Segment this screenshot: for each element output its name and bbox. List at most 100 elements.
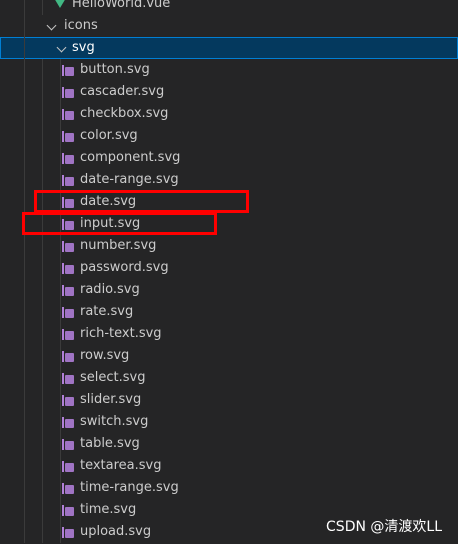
tree-item-svg-file[interactable]: table.svg xyxy=(0,433,458,455)
indent-guide xyxy=(24,147,25,169)
tree-item-svg-file[interactable]: switch.svg xyxy=(0,411,458,433)
tree-item-svg-file[interactable]: date-range.svg xyxy=(0,169,458,191)
tree-item-label: select.svg xyxy=(80,370,146,385)
svg-file-icon xyxy=(62,263,74,274)
indent-guide xyxy=(60,125,61,147)
indent-guide xyxy=(60,301,61,323)
svg-file-icon xyxy=(62,109,74,120)
indent-guide xyxy=(24,235,25,257)
indent-guide xyxy=(42,345,43,367)
svg-file-icon xyxy=(62,483,74,494)
svg-file-icon xyxy=(62,527,74,538)
indent-guide xyxy=(24,0,25,15)
tree-item-svg-file[interactable]: rich-text.svg xyxy=(0,323,458,345)
tree-item-label: time-range.svg xyxy=(80,480,179,495)
indent-guide xyxy=(60,147,61,169)
tree-item-svg-file[interactable]: color.svg xyxy=(0,125,458,147)
tree-item-label: cascader.svg xyxy=(80,84,165,99)
chevron-down-icon xyxy=(46,20,57,31)
tree-item-svg-file[interactable]: button.svg xyxy=(0,59,458,81)
tree-item-svg-file[interactable]: textarea.svg xyxy=(0,455,458,477)
tree-item-svg-file[interactable]: cascader.svg xyxy=(0,81,458,103)
tree-item-svg-file[interactable]: number.svg xyxy=(0,235,458,257)
tree-item-label: rich-text.svg xyxy=(80,326,162,341)
svg-file-icon xyxy=(62,461,74,472)
tree-item-label: svg xyxy=(72,40,95,55)
indent-guide xyxy=(42,147,43,169)
indent-guide xyxy=(60,59,61,81)
tree-item-svg-file[interactable]: radio.svg xyxy=(0,279,458,301)
indent-guide xyxy=(42,433,43,455)
svg-file-icon xyxy=(62,417,74,428)
indent-guide xyxy=(42,455,43,477)
svg-file-icon xyxy=(62,65,74,76)
indent-guide xyxy=(60,411,61,433)
tree-item-label: row.svg xyxy=(80,348,130,363)
indent-guide xyxy=(24,191,25,213)
indent-guide xyxy=(42,213,43,235)
tree-item-svg-file[interactable]: checkbox.svg xyxy=(0,103,458,125)
tree-item-svg-file[interactable]: time-range.svg xyxy=(0,477,458,499)
indent-guide xyxy=(42,323,43,345)
svg-file-icon xyxy=(62,307,74,318)
indent-guide xyxy=(24,477,25,499)
tree-item-helloworld-vue[interactable]: HelloWorld.vue xyxy=(0,0,458,15)
tree-folder-icons[interactable]: icons xyxy=(0,15,458,37)
svg-file-icon xyxy=(62,153,74,164)
indent-guide xyxy=(60,191,61,213)
indent-guide xyxy=(60,367,61,389)
svg-file-icon xyxy=(62,373,74,384)
tree-item-svg-file[interactable]: select.svg xyxy=(0,367,458,389)
indent-guide xyxy=(42,59,43,81)
indent-guide xyxy=(42,301,43,323)
indent-guide xyxy=(24,257,25,279)
tree-item-svg-file[interactable]: rate.svg xyxy=(0,301,458,323)
indent-guide xyxy=(42,257,43,279)
svg-file-icon xyxy=(62,131,74,142)
indent-guide xyxy=(60,235,61,257)
indent-guide xyxy=(60,213,61,235)
tree-item-svg-file[interactable]: date.svg xyxy=(0,191,458,213)
svg-file-icon xyxy=(62,505,74,516)
tree-item-label: upload.svg xyxy=(80,524,152,539)
tree-item-svg-file[interactable]: input.svg xyxy=(0,213,458,235)
watermark: CSDN @清渡欢LL xyxy=(326,519,442,535)
indent-guide xyxy=(24,37,25,59)
indent-guide xyxy=(42,389,43,411)
tree-item-svg-file[interactable]: slider.svg xyxy=(0,389,458,411)
indent-guide xyxy=(24,367,25,389)
indent-guide xyxy=(24,15,25,37)
indent-guide xyxy=(24,125,25,147)
indent-guide xyxy=(24,433,25,455)
tree-item-label: rate.svg xyxy=(80,304,134,319)
svg-file-icon xyxy=(62,329,74,340)
tree-item-svg-file[interactable]: component.svg xyxy=(0,147,458,169)
file-explorer-tree: HelloWorld.vue icons svg button.svg casc… xyxy=(0,0,458,543)
indent-guide xyxy=(42,235,43,257)
vue-file-icon xyxy=(54,0,66,8)
indent-guide xyxy=(60,433,61,455)
svg-file-icon xyxy=(62,439,74,450)
tree-item-svg-file[interactable]: password.svg xyxy=(0,257,458,279)
indent-guide xyxy=(24,103,25,125)
tree-item-label: date-range.svg xyxy=(80,172,179,187)
indent-guide xyxy=(42,279,43,301)
indent-guide xyxy=(60,81,61,103)
svg-file-icon xyxy=(62,175,74,186)
indent-guide xyxy=(24,81,25,103)
tree-item-label: time.svg xyxy=(80,502,137,517)
tree-item-svg-file[interactable]: row.svg xyxy=(0,345,458,367)
indent-guide xyxy=(60,323,61,345)
tree-item-label: button.svg xyxy=(80,62,150,77)
indent-guide xyxy=(60,257,61,279)
indent-guide xyxy=(42,169,43,191)
tree-item-label: radio.svg xyxy=(80,282,140,297)
indent-guide xyxy=(42,499,43,521)
tree-folder-svg[interactable]: svg xyxy=(0,37,458,59)
svg-file-icon xyxy=(62,351,74,362)
chevron-down-icon xyxy=(56,42,67,53)
indent-guide xyxy=(24,59,25,81)
indent-guide xyxy=(60,499,61,521)
indent-guide xyxy=(42,477,43,499)
indent-guide xyxy=(42,81,43,103)
